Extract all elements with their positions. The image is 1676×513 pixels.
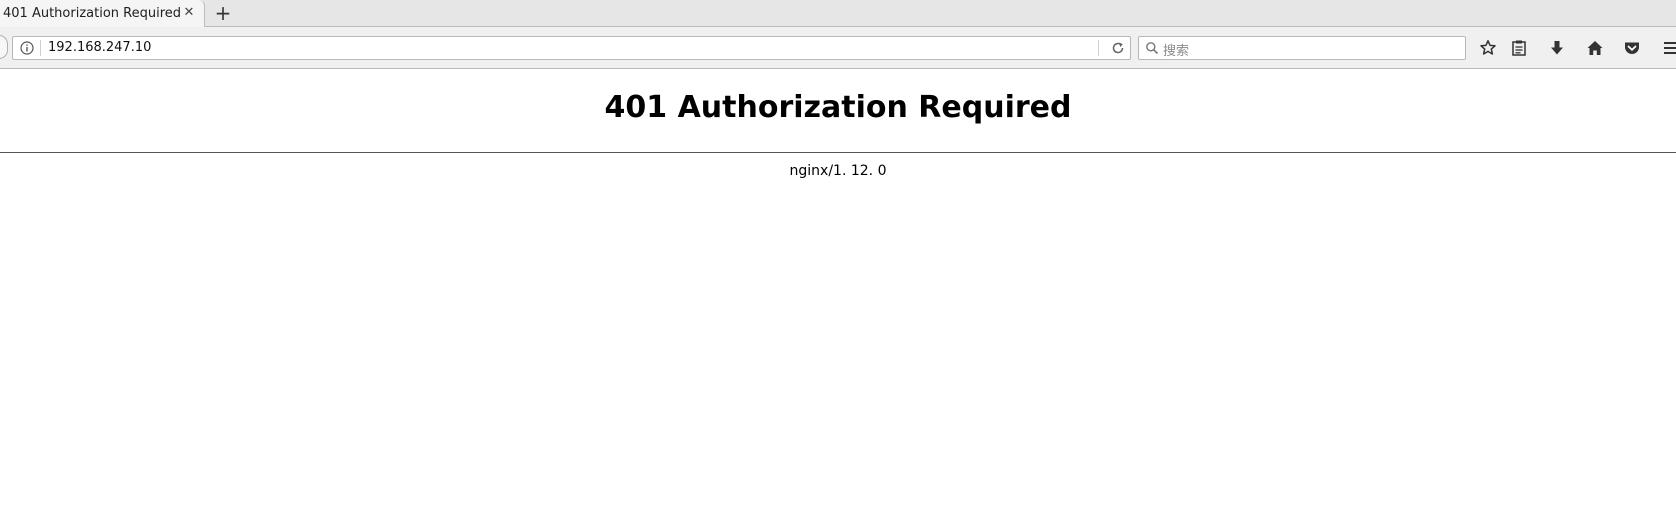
page-title: 401 Authorization Required — [604, 90, 1072, 125]
pocket-button[interactable] — [1620, 36, 1644, 60]
hamburger-menu-icon — [1664, 42, 1676, 54]
home-icon — [1587, 41, 1603, 55]
tab-close-icon[interactable]: ✕ — [181, 5, 197, 21]
url-text[interactable]: 192.168.247.10 — [48, 40, 151, 55]
info-icon[interactable] — [20, 41, 34, 55]
tab-title: 401 Authorization Required — [3, 6, 182, 21]
downloads-button[interactable] — [1545, 36, 1569, 60]
library-button[interactable] — [1507, 36, 1531, 60]
home-button[interactable] — [1583, 36, 1607, 60]
star-icon — [1480, 40, 1496, 55]
page-content: 401 Authorization Required nginx/1. 12. … — [0, 70, 1676, 513]
navigation-bar: 192.168.247.10 搜索 — [0, 27, 1676, 69]
server-signature: nginx/1. 12. 0 — [789, 163, 887, 179]
menu-button[interactable] — [1660, 36, 1676, 60]
clipboard-icon — [1512, 40, 1526, 56]
url-separator — [1098, 40, 1099, 56]
url-bar[interactable]: 192.168.247.10 — [12, 36, 1131, 60]
horizontal-rule — [0, 152, 1676, 153]
search-icon — [1146, 42, 1159, 55]
pocket-icon — [1625, 42, 1639, 54]
search-input[interactable]: 搜索 — [1163, 40, 1189, 59]
tab-active[interactable]: 401 Authorization Required ✕ — [0, 0, 205, 28]
url-separator — [40, 40, 41, 56]
tab-strip: 401 Authorization Required ✕ + — [0, 0, 1676, 28]
search-bar[interactable]: 搜索 — [1138, 36, 1466, 60]
download-arrow-icon — [1551, 41, 1563, 55]
back-button[interactable] — [0, 35, 8, 59]
bookmark-button[interactable] — [1476, 36, 1500, 60]
new-tab-button[interactable]: + — [212, 2, 234, 24]
reload-icon[interactable] — [1111, 41, 1125, 55]
